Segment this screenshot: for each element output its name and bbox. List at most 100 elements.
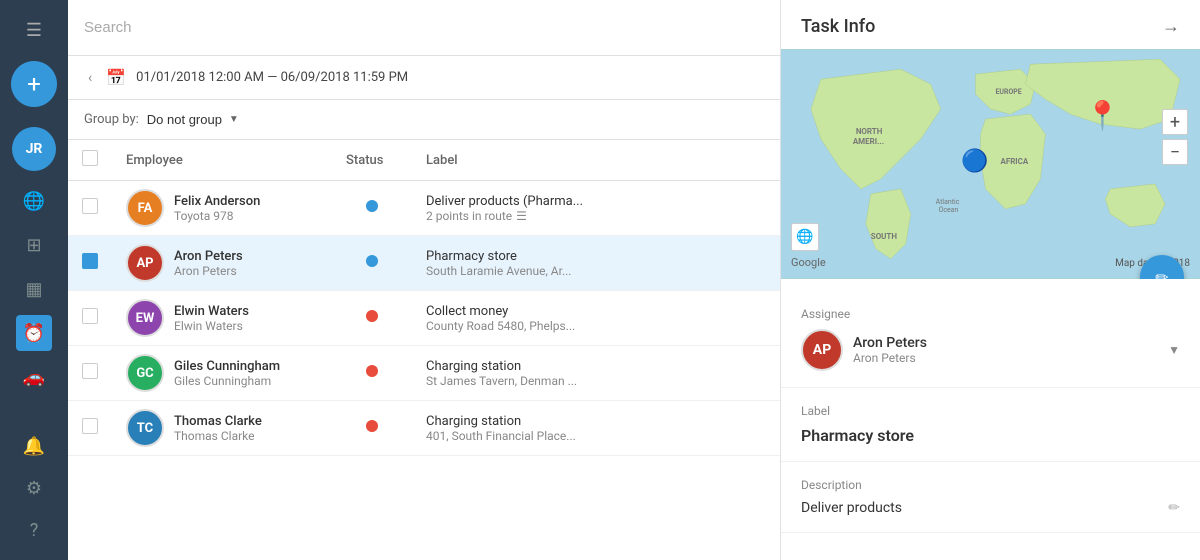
table-row[interactable]: GC Giles Cunningham Giles Cunningham Cha…: [68, 346, 780, 401]
label-sub: South Laramie Avenue, Ar...: [426, 264, 721, 278]
description-edit-icon[interactable]: ✏: [1168, 500, 1180, 516]
row-checkbox[interactable]: [82, 363, 98, 379]
employee-cell: FA Felix Anderson Toyota 978: [112, 181, 332, 236]
assignee-sub: Aron Peters: [853, 351, 927, 365]
svg-text:EUROPE: EUROPE: [995, 88, 1021, 96]
date-back-arrow[interactable]: ‹: [84, 66, 96, 90]
header-employee: Employee: [112, 140, 332, 181]
task-panel-close-icon[interactable]: →: [1162, 16, 1180, 37]
row-checkbox-cell: [68, 236, 112, 291]
task-panel-title: Task Info: [801, 16, 875, 37]
label-sub: County Road 5480, Phelps...: [426, 319, 721, 333]
row-checkbox-cell: [68, 346, 112, 401]
task-panel-header: Task Info →: [781, 0, 1200, 49]
label-section: Label Pharmacy store: [781, 388, 1200, 462]
row-checkbox-cell: [68, 291, 112, 346]
table-row[interactable]: AP Aron Peters Aron Peters Pharmacy stor…: [68, 236, 780, 291]
status-dot: [366, 200, 378, 212]
employee-cell: GC Giles Cunningham Giles Cunningham: [112, 346, 332, 401]
groupby-bar: Group by: Do not group Status Employee L…: [68, 100, 780, 140]
description-text: Deliver products: [801, 500, 902, 516]
employee-name: Elwin Waters: [174, 304, 249, 319]
employee-sub: Toyota 978: [174, 209, 260, 223]
svg-text:Atlantic: Atlantic: [936, 198, 960, 206]
clock-nav-icon[interactable]: ⏰: [16, 315, 52, 351]
employee-cell: AP Aron Peters Aron Peters: [112, 236, 332, 291]
add-fab-button[interactable]: +: [11, 61, 57, 107]
grid-nav-icon[interactable]: ⊞: [16, 227, 52, 263]
map-globe-button[interactable]: 🌐: [791, 223, 819, 251]
row-checkbox-cell: [68, 401, 112, 456]
car-nav-icon[interactable]: 🚗: [16, 359, 52, 395]
main-content: ‹ 📅 01/01/2018 12:00 AM — 06/09/2018 11:…: [68, 0, 780, 560]
table-row[interactable]: FA Felix Anderson Toyota 978 Deliver pro…: [68, 181, 780, 236]
label-main: Charging station: [426, 414, 721, 429]
label-section-label: Label: [801, 404, 1180, 418]
employee-avatar: GC: [126, 354, 164, 392]
employee-info: FA Felix Anderson Toyota 978: [126, 189, 318, 227]
map-zoom-in-button[interactable]: +: [1162, 109, 1188, 135]
hamburger-icon[interactable]: ☰: [18, 12, 50, 49]
task-info-panel: Task Info → NORTH AMERI... EUROPE AFRICA: [780, 0, 1200, 560]
map-svg: NORTH AMERI... EUROPE AFRICA Atlantic Oc…: [781, 49, 1200, 279]
globe-nav-icon[interactable]: 🌐: [16, 183, 52, 219]
assignee-dropdown-icon[interactable]: ▼: [1168, 343, 1180, 357]
calendar-icon[interactable]: 📅: [106, 68, 126, 87]
employee-table: Employee Status Label FA Felix Anderson …: [68, 140, 780, 456]
map-google-label: Google: [791, 256, 826, 269]
header-checkbox-cell: [68, 140, 112, 181]
employee-text: Thomas Clarke Thomas Clarke: [174, 414, 262, 443]
groupby-select[interactable]: Do not group Status Employee Label: [147, 112, 239, 127]
employee-info: AP Aron Peters Aron Peters: [126, 244, 318, 282]
row-extra-cell: [735, 291, 780, 346]
map-container: NORTH AMERI... EUROPE AFRICA Atlantic Oc…: [781, 49, 1200, 279]
chart-nav-icon[interactable]: ▦: [16, 271, 52, 307]
employee-text: Elwin Waters Elwin Waters: [174, 304, 249, 333]
table-row[interactable]: EW Elwin Waters Elwin Waters Collect mon…: [68, 291, 780, 346]
row-extra-cell: [735, 236, 780, 291]
label-cell: Pharmacy store South Laramie Avenue, Ar.…: [412, 236, 735, 291]
employee-text: Aron Peters Aron Peters: [174, 249, 243, 278]
employee-info: EW Elwin Waters Elwin Waters: [126, 299, 318, 337]
label-main: Charging station: [426, 359, 721, 374]
label-sub: 2 points in route ☰: [426, 209, 721, 223]
avatar[interactable]: JR: [12, 127, 56, 171]
row-checkbox[interactable]: [82, 198, 98, 214]
status-dot: [366, 420, 378, 432]
assignee-section: Assignee AP Aron Peters Aron Peters ▼: [781, 279, 1200, 388]
label-main: Collect money: [426, 304, 721, 319]
employee-text: Giles Cunningham Giles Cunningham: [174, 359, 280, 388]
svg-text:Ocean: Ocean: [939, 206, 959, 214]
label-cell: Charging station 401, South Financial Pl…: [412, 401, 735, 456]
bell-nav-icon[interactable]: 🔔: [16, 428, 52, 464]
help-nav-icon[interactable]: ?: [16, 512, 52, 548]
employee-avatar: EW: [126, 299, 164, 337]
employee-sub: Aron Peters: [174, 264, 243, 278]
status-dot: [366, 255, 378, 267]
description-section-label: Description: [801, 478, 1180, 492]
row-checkbox[interactable]: [82, 418, 98, 434]
groupby-label: Group by:: [84, 112, 139, 127]
assignee-label: Assignee: [801, 307, 1180, 321]
assignee-info: Aron Peters Aron Peters: [853, 335, 927, 365]
header-status: Status: [332, 140, 412, 181]
select-all-checkbox[interactable]: [82, 150, 98, 166]
search-input[interactable]: [84, 19, 764, 36]
svg-text:NORTH: NORTH: [856, 127, 883, 136]
table-header-row: Employee Status Label: [68, 140, 780, 181]
description-row: Deliver products ✏: [801, 500, 1180, 516]
table-container: Employee Status Label FA Felix Anderson …: [68, 140, 780, 560]
status-dot: [366, 310, 378, 322]
label-cell: Collect money County Road 5480, Phelps..…: [412, 291, 735, 346]
row-checkbox[interactable]: [82, 308, 98, 324]
toolbar: [68, 0, 780, 56]
date-toolbar: ‹ 📅 01/01/2018 12:00 AM — 06/09/2018 11:…: [68, 56, 780, 100]
map-pin-blue: 🔵: [961, 149, 988, 174]
label-value: Pharmacy store: [801, 426, 1180, 445]
gear-nav-icon[interactable]: ⚙: [16, 470, 52, 506]
label-sub: St James Tavern, Denman ...: [426, 374, 721, 388]
row-extra-cell: [735, 346, 780, 401]
map-zoom-out-button[interactable]: −: [1162, 139, 1188, 165]
row-checkbox[interactable]: [82, 253, 98, 269]
table-row[interactable]: TC Thomas Clarke Thomas Clarke Charging …: [68, 401, 780, 456]
